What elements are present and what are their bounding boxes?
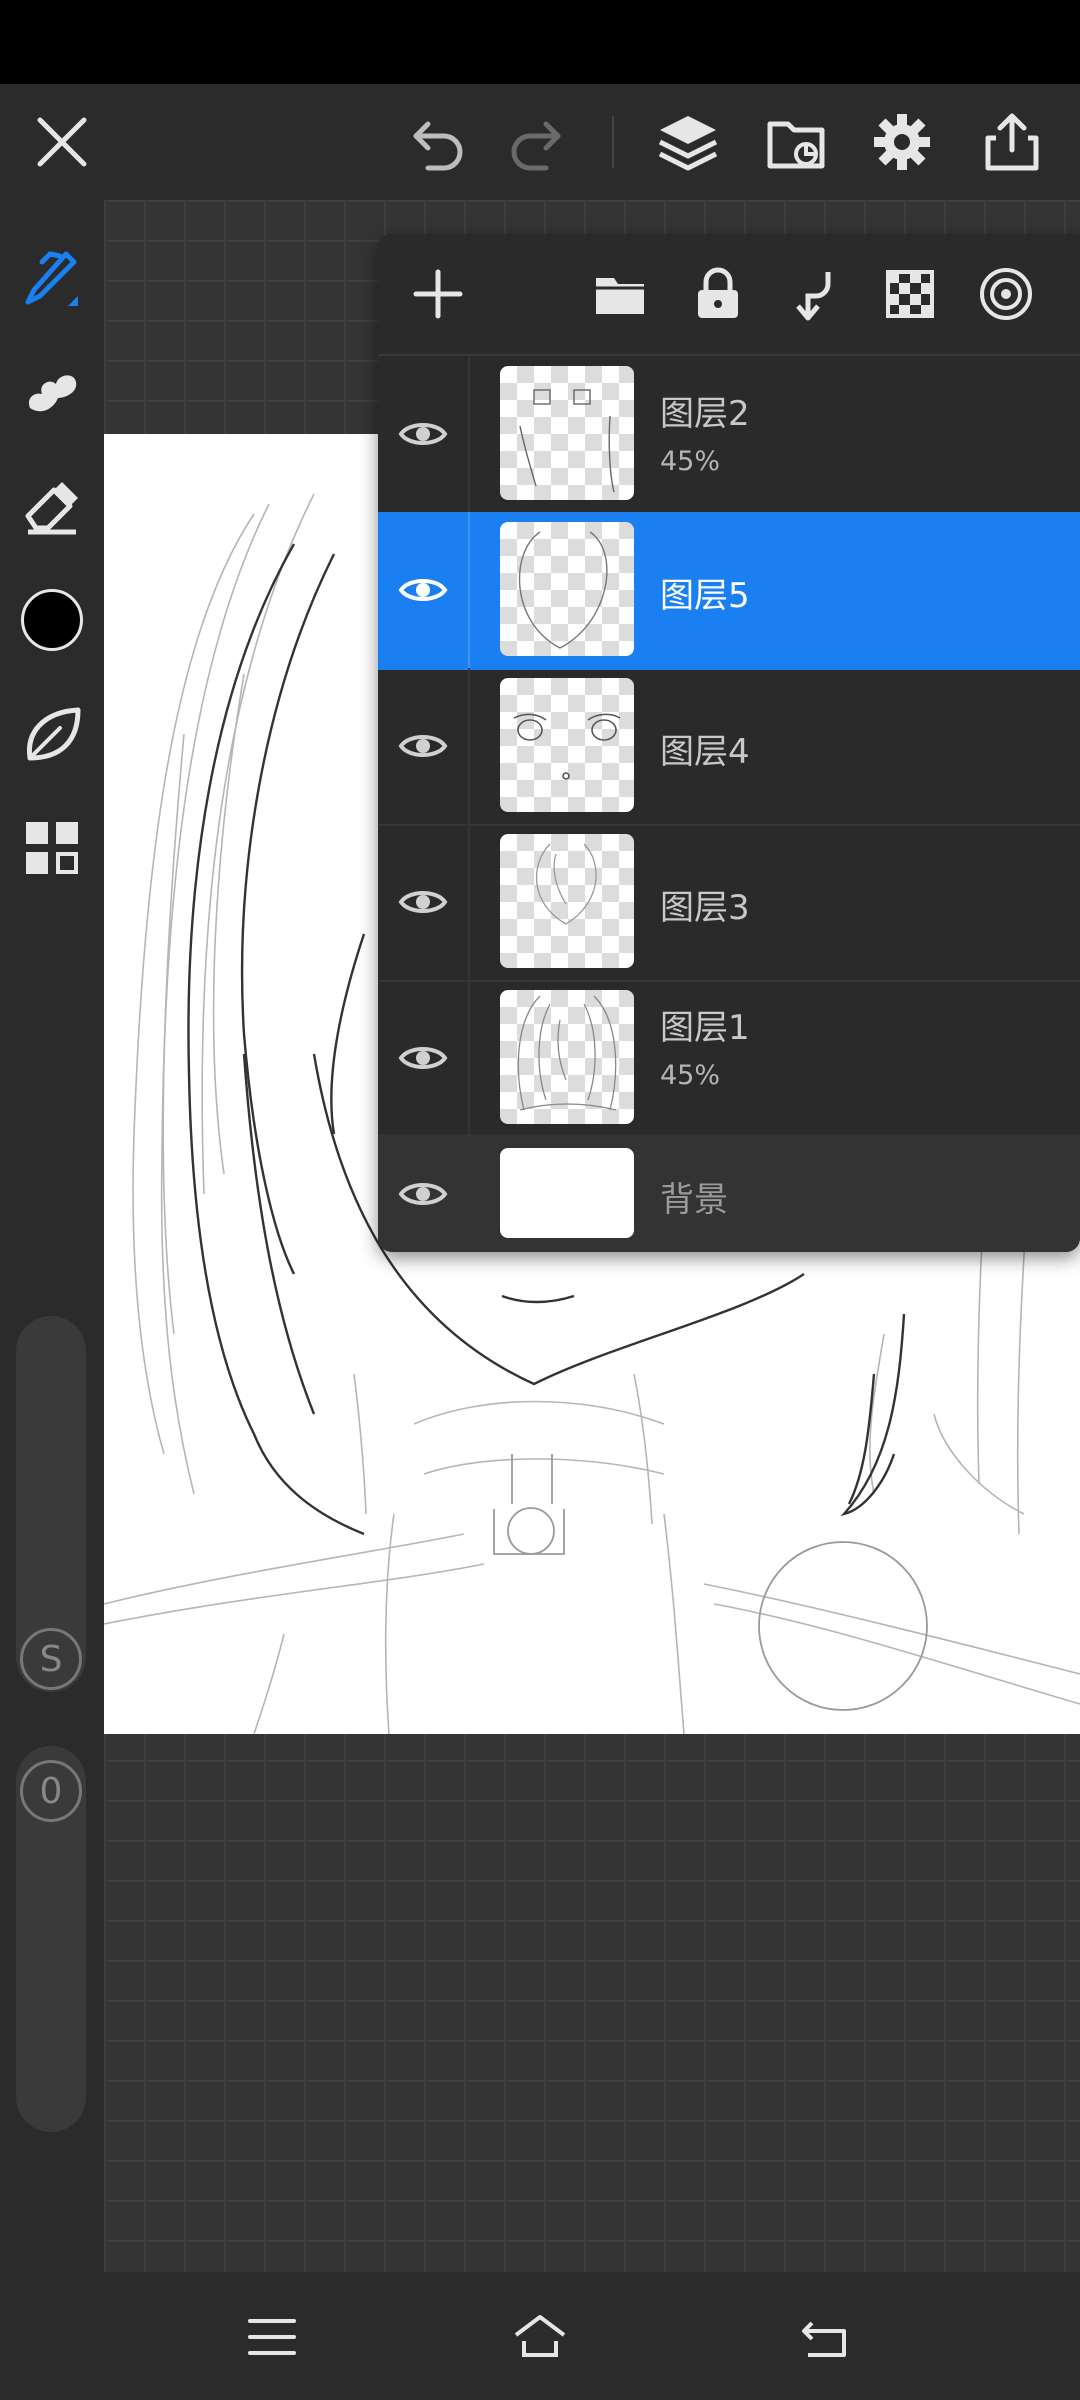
redo-button[interactable] — [486, 84, 586, 200]
layers-button[interactable] — [638, 84, 738, 200]
visibility-toggle[interactable] — [378, 356, 470, 512]
menu-icon — [248, 2319, 296, 2355]
color-picker[interactable] — [0, 570, 104, 670]
add-icon — [413, 269, 463, 319]
import-button[interactable] — [746, 84, 846, 200]
layer-name: 图层5 — [660, 576, 750, 616]
blend-mode-button[interactable] — [966, 254, 1046, 334]
eraser-icon — [25, 482, 78, 535]
visibility-toggle[interactable] — [378, 512, 470, 668]
layer-row-selected[interactable]: 图层5 — [378, 512, 1080, 670]
color-swatch — [21, 589, 83, 651]
layers-icon — [658, 116, 718, 171]
visibility-toggle[interactable] — [378, 1134, 470, 1252]
back-icon — [802, 2321, 846, 2357]
add-layer-button[interactable] — [398, 254, 478, 334]
size-badge: S — [20, 1628, 82, 1690]
import-icon — [767, 121, 825, 169]
layer-name: 图层1 — [660, 1008, 750, 1048]
layer-row[interactable]: 图层1 45% — [378, 980, 1080, 1138]
status-bar — [0, 0, 1080, 84]
folder-icon — [596, 278, 644, 314]
close-icon — [37, 117, 87, 167]
leaf-tool[interactable] — [0, 684, 104, 784]
layer-row[interactable]: 图层4 — [378, 668, 1080, 826]
layer-name: 图层4 — [660, 732, 750, 772]
layer-thumbnail — [500, 1148, 634, 1238]
merge-down-icon — [796, 272, 831, 321]
lock-layer-button[interactable] — [678, 254, 758, 334]
layer-name: 图层3 — [660, 888, 750, 928]
eye-icon — [398, 891, 448, 913]
layer-name: 图层2 — [660, 394, 750, 434]
eye-icon — [398, 735, 448, 757]
home-icon — [514, 2315, 566, 2357]
grid-icon — [26, 822, 78, 874]
eye-icon — [398, 1183, 448, 1205]
undo-icon — [413, 121, 463, 171]
visibility-toggle[interactable] — [378, 824, 470, 980]
layer-thumbnail — [500, 834, 634, 968]
layers-panel: 图层2 45% 图层5 图层4 图层3 图层1 45% 背景 — [378, 234, 1080, 1252]
smudge-tool[interactable] — [0, 340, 104, 440]
smudge-icon — [28, 375, 77, 412]
grid-tool[interactable] — [0, 798, 104, 898]
layer-opacity: 45% — [660, 446, 721, 477]
eye-icon — [398, 423, 448, 445]
redo-icon — [511, 121, 561, 171]
visibility-toggle[interactable] — [378, 980, 470, 1136]
share-button[interactable] — [962, 84, 1062, 200]
leaf-icon — [26, 707, 81, 761]
back-button[interactable] — [764, 2302, 884, 2372]
merge-down-button[interactable] — [774, 254, 854, 334]
layer-row-background[interactable]: 背景 — [378, 1134, 1080, 1252]
layer-thumbnail — [500, 366, 634, 500]
layer-row[interactable]: 图层3 — [378, 824, 1080, 982]
layer-thumbnail — [500, 678, 634, 812]
transparency-lock-button[interactable] — [870, 254, 950, 334]
transparency-icon — [886, 270, 934, 318]
eye-icon — [398, 579, 448, 601]
layer-opacity: 45% — [660, 1060, 721, 1091]
pen-tool[interactable] — [0, 226, 104, 326]
visibility-toggle[interactable] — [378, 668, 470, 824]
pen-icon — [25, 251, 78, 306]
layer-thumbnail — [500, 990, 634, 1124]
close-button[interactable] — [12, 84, 112, 200]
eraser-tool[interactable] — [0, 456, 104, 556]
eye-icon — [398, 1047, 448, 1069]
blend-icon — [980, 268, 1032, 320]
settings-button[interactable] — [852, 84, 952, 200]
toolbar-divider — [612, 116, 614, 168]
menu-button[interactable] — [212, 2302, 332, 2372]
layer-thumbnail — [500, 522, 634, 656]
undo-button[interactable] — [388, 84, 488, 200]
layer-row[interactable]: 图层2 45% — [378, 356, 1080, 514]
lock-icon — [698, 267, 738, 318]
layers-toolbar — [378, 234, 1080, 356]
settings-icon — [874, 114, 930, 170]
home-button[interactable] — [480, 2302, 600, 2372]
layer-name: 背景 — [660, 1180, 728, 1220]
opacity-badge: 0 — [20, 1760, 82, 1822]
layer-folder-button[interactable] — [580, 254, 660, 334]
share-icon — [985, 113, 1039, 171]
